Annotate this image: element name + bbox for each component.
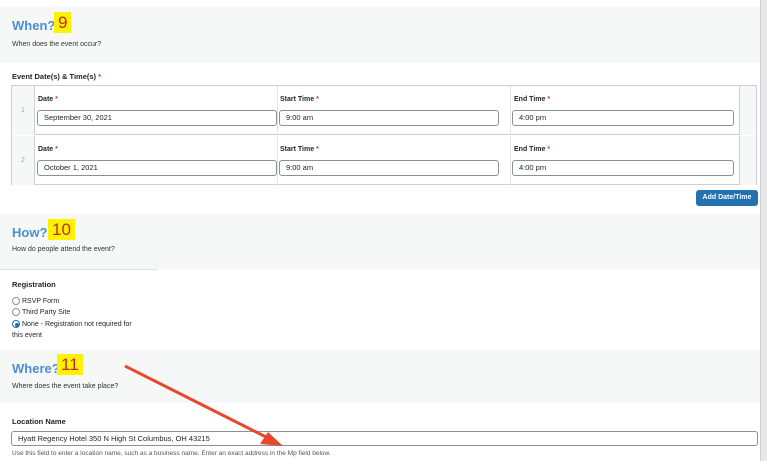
when-section-header: When? 9 When does the event occur? bbox=[0, 7, 760, 63]
where-title: Where? bbox=[12, 361, 60, 376]
end-time-label: End Time * bbox=[514, 146, 551, 153]
when-description: When does the event occur? bbox=[12, 41, 102, 48]
where-description: Where does the event take place? bbox=[12, 383, 119, 390]
radio-button[interactable] bbox=[12, 308, 20, 316]
start-time-label: Start Time * bbox=[280, 146, 319, 153]
location-name-input[interactable]: Hyatt Regency Hotel 350 N High St Columb… bbox=[11, 431, 758, 446]
scrollbar-track[interactable] bbox=[760, 0, 767, 461]
end-time-input[interactable]: 4:00 pm bbox=[512, 160, 734, 176]
date-label: Date * bbox=[38, 146, 58, 153]
start-time-input[interactable]: 9:00 am bbox=[279, 110, 499, 126]
radio-button-selected[interactable] bbox=[12, 320, 20, 328]
when-title: When? bbox=[12, 18, 56, 33]
radio-none-continuation: this event bbox=[12, 332, 42, 339]
step-badge-10: 10 bbox=[48, 219, 75, 240]
end-time-input[interactable]: 4:00 pm bbox=[512, 110, 734, 126]
location-name-label: Location Name bbox=[12, 417, 66, 426]
row-handle[interactable] bbox=[739, 136, 756, 185]
start-time-input[interactable]: 9:00 am bbox=[279, 160, 499, 176]
date-label: Date * bbox=[38, 96, 58, 103]
start-time-label: Start Time * bbox=[280, 96, 319, 103]
how-description: How do people attend the event? bbox=[12, 246, 115, 253]
where-section-header: Where? 11 Where does the event take plac… bbox=[0, 350, 760, 403]
event-dates-label: Event Date(s) & Time(s) * bbox=[12, 72, 102, 81]
row-handle[interactable] bbox=[739, 86, 756, 135]
how-title: How? bbox=[12, 225, 48, 240]
date-input[interactable]: September 30, 2021 bbox=[37, 110, 277, 126]
date-time-row: 2 Date * October 1, 2021 Start Time * 9:… bbox=[12, 136, 756, 185]
radio-button[interactable] bbox=[12, 297, 20, 305]
row-number: 1 bbox=[12, 86, 35, 135]
radio-third-party-site[interactable]: Third Party Site bbox=[12, 308, 70, 316]
event-dates-table: 1 Date * September 30, 2021 Start Time *… bbox=[11, 85, 757, 185]
end-time-label: End Time * bbox=[514, 96, 551, 103]
radio-rsvp-form[interactable]: RSVP Form bbox=[12, 297, 59, 305]
row-number: 2 bbox=[12, 136, 35, 185]
date-input[interactable]: October 1, 2021 bbox=[37, 160, 277, 176]
step-badge-11: 11 bbox=[57, 354, 83, 375]
location-help-text: Use this field to enter a location name,… bbox=[12, 450, 331, 457]
registration-label: Registration bbox=[12, 280, 56, 289]
add-date-time-button[interactable]: Add Date/Time bbox=[696, 190, 758, 206]
radio-none[interactable]: None - Registration not required for bbox=[12, 320, 132, 328]
date-time-row: 1 Date * September 30, 2021 Start Time *… bbox=[12, 86, 756, 135]
how-section-header: How? 10 How do people attend the event? bbox=[0, 214, 760, 269]
step-badge-9: 9 bbox=[54, 12, 72, 33]
